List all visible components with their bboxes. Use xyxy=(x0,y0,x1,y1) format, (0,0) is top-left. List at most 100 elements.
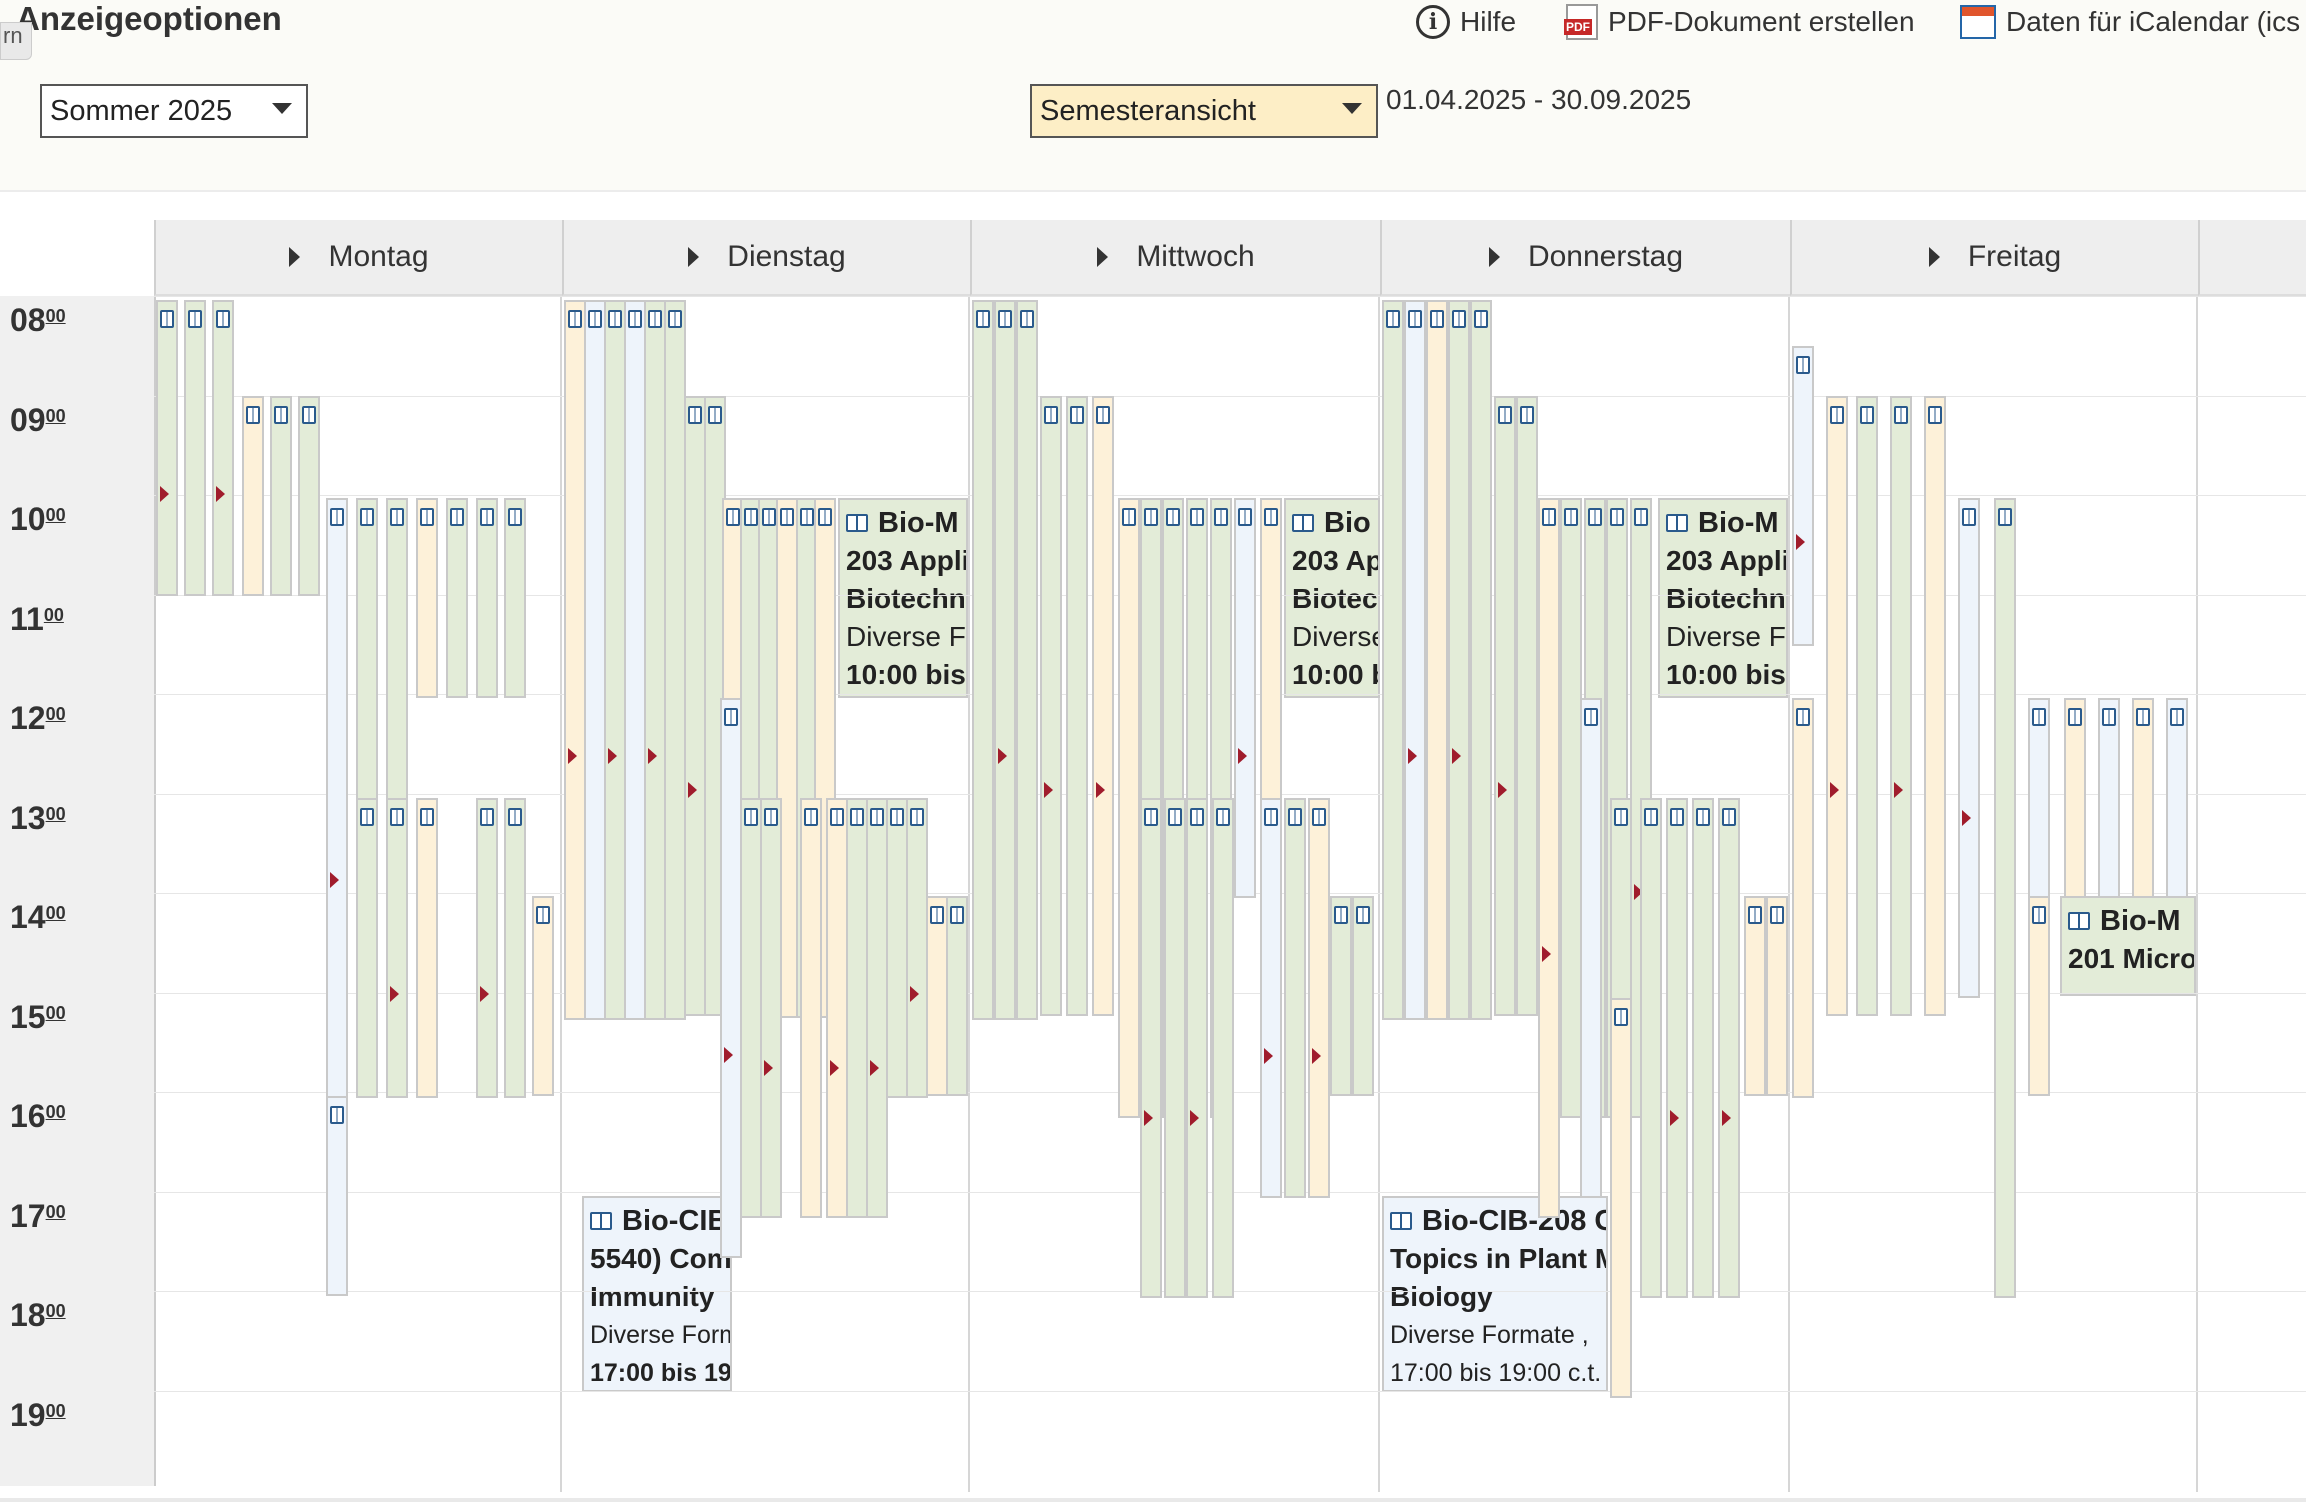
event-block[interactable] xyxy=(1744,896,1766,1096)
event-block[interactable] xyxy=(1140,798,1162,1298)
event-block[interactable] xyxy=(664,300,686,1020)
event-block[interactable] xyxy=(504,498,526,698)
event-block[interactable] xyxy=(1560,498,1582,1118)
event-block[interactable] xyxy=(1470,300,1492,1020)
event-block[interactable] xyxy=(1040,396,1062,1016)
event-block[interactable] xyxy=(476,498,498,698)
event-block[interactable] xyxy=(624,300,646,1020)
event-block[interactable] xyxy=(326,498,348,1098)
event-block[interactable] xyxy=(1308,798,1330,1198)
event-block[interactable] xyxy=(2028,698,2050,898)
event-block[interactable] xyxy=(1494,396,1516,1016)
event-block[interactable] xyxy=(1426,300,1448,1020)
day-header-tuesday[interactable]: Dienstag xyxy=(562,220,970,296)
event-wed-bio-203[interactable]: Bio 203 Ap Biotec Diverse 10:00 b xyxy=(1284,498,1380,698)
event-block[interactable] xyxy=(1924,396,1946,1016)
event-tue-bio-m-203[interactable]: Bio-M 203 Appli Biotechn Diverse Fo 10:0… xyxy=(838,498,968,698)
ical-export-link[interactable]: Daten für iCalendar (ics xyxy=(1960,2,2300,42)
event-block[interactable] xyxy=(2166,698,2188,898)
event-block[interactable] xyxy=(1330,896,1352,1096)
event-block[interactable] xyxy=(1580,698,1602,1198)
event-block[interactable] xyxy=(1792,346,1814,646)
day-header-friday[interactable]: Freitag xyxy=(1790,220,2198,296)
event-block[interactable] xyxy=(1958,498,1980,998)
event-block[interactable] xyxy=(1666,798,1688,1298)
event-block[interactable] xyxy=(504,798,526,1098)
event-block[interactable] xyxy=(1692,798,1714,1298)
event-block[interactable] xyxy=(242,396,264,596)
collapse-tab[interactable]: rn xyxy=(0,22,32,60)
event-block[interactable] xyxy=(1792,698,1814,1098)
event-block[interactable] xyxy=(846,798,868,1218)
event-block[interactable] xyxy=(720,698,742,1258)
event-block[interactable] xyxy=(886,798,908,1098)
event-block[interactable] xyxy=(1284,798,1306,1198)
event-block[interactable] xyxy=(760,798,782,1218)
event-block[interactable] xyxy=(1890,396,1912,1016)
event-block[interactable] xyxy=(604,300,626,1020)
event-block[interactable] xyxy=(800,798,822,1218)
event-block[interactable] xyxy=(156,300,178,596)
event-block[interactable] xyxy=(212,300,234,596)
event-block[interactable] xyxy=(2028,896,2050,1096)
event-block[interactable] xyxy=(684,396,706,1016)
view-select[interactable]: Semesteransicht xyxy=(1030,84,1378,138)
event-thu-bio-m-203[interactable]: Bio-M 203 Appli Biotechn Diverse Fo 10:0… xyxy=(1658,498,1788,698)
event-block[interactable] xyxy=(1164,798,1186,1298)
event-block[interactable] xyxy=(1212,798,1234,1298)
event-block[interactable] xyxy=(416,498,438,698)
pdf-export-link[interactable]: PDF PDF-Dokument erstellen xyxy=(1564,2,1915,42)
event-block[interactable] xyxy=(1186,798,1208,1298)
event-block[interactable] xyxy=(1382,300,1404,1020)
event-block[interactable] xyxy=(1118,498,1140,1118)
event-block[interactable] xyxy=(1856,396,1878,1016)
event-block[interactable] xyxy=(386,798,408,1098)
event-block[interactable] xyxy=(1092,396,1114,1016)
event-block[interactable] xyxy=(532,896,554,1096)
event-thu-bio-cib-208[interactable]: Bio-CIB-208 C Topics in Plant M Biology … xyxy=(1382,1196,1608,1392)
event-block[interactable] xyxy=(826,798,848,1218)
day-header-wednesday[interactable]: Mittwoch xyxy=(970,220,1380,296)
event-block[interactable] xyxy=(994,300,1016,1020)
event-block[interactable] xyxy=(1016,300,1038,1020)
event-block[interactable] xyxy=(564,300,586,1020)
event-block[interactable] xyxy=(1448,300,1470,1020)
day-header-monday[interactable]: Montag xyxy=(154,220,562,296)
semester-select[interactable]: Sommer 2025 xyxy=(40,84,308,138)
event-block[interactable] xyxy=(1994,498,2016,1298)
event-block[interactable] xyxy=(644,300,666,1020)
event-block[interactable] xyxy=(298,396,320,596)
event-block[interactable] xyxy=(584,300,606,1020)
event-block[interactable] xyxy=(1640,798,1662,1298)
event-block[interactable] xyxy=(1610,998,1632,1398)
event-block[interactable] xyxy=(1260,798,1282,1198)
event-block[interactable] xyxy=(926,896,948,1096)
event-block[interactable] xyxy=(1066,396,1088,1016)
event-block[interactable] xyxy=(972,300,994,1020)
event-block[interactable] xyxy=(184,300,206,596)
event-block[interactable] xyxy=(906,798,928,1098)
event-block[interactable] xyxy=(1404,300,1426,1020)
event-block[interactable] xyxy=(1538,498,1560,1218)
event-block[interactable] xyxy=(2098,698,2120,898)
event-block[interactable] xyxy=(946,896,968,1096)
event-block[interactable] xyxy=(740,798,762,1218)
help-link[interactable]: i Hilfe xyxy=(1416,2,1516,42)
event-block[interactable] xyxy=(270,396,292,596)
event-block[interactable] xyxy=(446,498,468,698)
event-block[interactable] xyxy=(1766,896,1788,1096)
event-tue-bio-cib[interactable]: Bio-CIB 5540) Com Immunity Diverse Form … xyxy=(582,1196,732,1392)
event-block[interactable] xyxy=(1718,798,1740,1298)
event-block[interactable] xyxy=(416,798,438,1098)
event-block[interactable] xyxy=(1516,396,1538,1016)
event-block[interactable] xyxy=(1352,896,1374,1096)
event-block[interactable] xyxy=(1234,498,1256,898)
event-fri-bio-m-201[interactable]: Bio-M 201 Micro xyxy=(2060,896,2196,996)
event-block[interactable] xyxy=(866,798,888,1218)
event-block[interactable] xyxy=(356,798,378,1098)
event-block[interactable] xyxy=(476,798,498,1098)
day-header-thursday[interactable]: Donnerstag xyxy=(1380,220,1790,296)
event-block[interactable] xyxy=(2064,698,2086,898)
event-block[interactable] xyxy=(1826,396,1848,1016)
event-block[interactable] xyxy=(2132,698,2154,898)
